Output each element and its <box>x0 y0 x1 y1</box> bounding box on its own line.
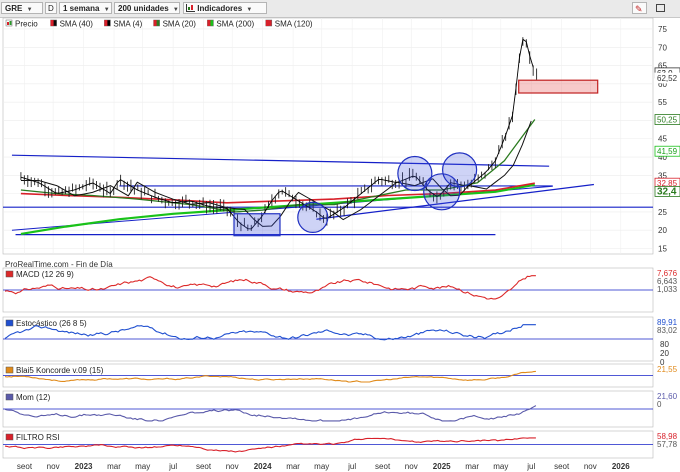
toolbar: GRE ▼ D 1 semana ▼ 200 unidades ▼ Indica… <box>0 0 680 18</box>
indicator-title: Estocástico (26 8 5) <box>16 319 87 328</box>
chevron-down-icon: ▼ <box>26 7 33 13</box>
chevron-down-icon: ▼ <box>172 7 179 13</box>
time-tick-label: mar <box>465 462 479 471</box>
price-badge-label: 32,4 <box>657 186 677 197</box>
time-tick-label: nov <box>226 462 239 471</box>
units-label: 200 unidades <box>118 4 169 13</box>
legend-label: SMA (200) <box>216 20 254 29</box>
legend-label: SMA (20) <box>163 20 197 29</box>
indicator-tick: 20 <box>660 349 669 358</box>
indicator-panels: MACD (12 26 9) 7,6766,6431,033 Estocástico… <box>2 267 678 459</box>
consolidation-box <box>233 213 281 237</box>
drawing-tool-button[interactable]: ✎ <box>632 2 647 14</box>
indicator-panel: Mom (12) 21,600 <box>2 390 678 428</box>
legend-label: Precio <box>15 20 38 29</box>
legend-label: SMA (120) <box>275 20 313 29</box>
legend-swatch-part <box>50 20 54 26</box>
price-tick-label: 70 <box>658 43 667 52</box>
units-selector[interactable]: 200 unidades ▼ <box>114 2 180 14</box>
time-tick-label: seot <box>375 462 391 471</box>
indicator-panel: Blai5 Koncorde v.09 (15) 21,55 <box>2 363 678 388</box>
time-tick-label: may <box>135 462 150 471</box>
time-tick-label: seot <box>17 462 33 471</box>
legend-swatch-part <box>7 22 9 25</box>
daily-label: D <box>48 4 54 13</box>
legend-label: SMA (40) <box>60 20 94 29</box>
price-tick-label: 15 <box>658 245 667 254</box>
indicator-swatch <box>5 433 14 441</box>
indicator-panel: Estocástico (26 8 5) 89,9183,0280200 <box>2 316 678 367</box>
price-badge: 62,52 <box>654 72 680 84</box>
price-tick-label: 45 <box>658 135 667 144</box>
highlight-circle <box>442 152 478 188</box>
interval-label: 1 semana <box>63 4 100 13</box>
time-tick-label: 2024 <box>254 462 272 471</box>
price-badge-label: 41,59 <box>657 147 678 156</box>
source-label: ProRealTime.com - Fin de Día <box>5 260 113 269</box>
indicator-swatch <box>5 393 14 401</box>
indicator-swatch <box>5 319 14 327</box>
legend-swatch-part <box>104 20 108 26</box>
time-tick-label: may <box>493 462 508 471</box>
time-tick-label: mar <box>107 462 121 471</box>
time-tick-label: jul <box>347 462 356 471</box>
indicator-tick: 80 <box>660 340 669 349</box>
time-tick-label: 2025 <box>433 462 451 471</box>
ticker-selector[interactable]: GRE ▼ <box>1 2 43 14</box>
indicators-label: Indicadores <box>197 4 243 13</box>
target-zone-box <box>518 79 599 94</box>
indicator-title: MACD (12 26 9) <box>16 270 74 279</box>
indicator-value: 21,55 <box>657 365 678 374</box>
indicator-title: Mom (12) <box>16 393 51 402</box>
indicator-swatch <box>5 270 14 278</box>
price-tick-label: 20 <box>658 226 667 235</box>
chart-area: 75706560555045403530252015PrecioSMA (40)… <box>2 17 680 471</box>
chevron-down-icon: ▼ <box>103 7 110 13</box>
indicator-panel: MACD (12 26 9) 7,6766,6431,033 <box>2 267 678 313</box>
time-axis: seot nov 2023 mar may jul seot nov 2024 mar may jul… <box>17 462 630 471</box>
time-tick-label: 2026 <box>612 462 630 471</box>
legend-label: SMA (4) <box>113 20 142 29</box>
price-badge: 50,25 <box>654 114 680 125</box>
ticker-label: GRE <box>5 4 23 13</box>
price-badge: 41,59 <box>654 145 680 157</box>
time-tick-label: nov <box>584 462 597 471</box>
indicators-icon <box>186 4 195 12</box>
time-tick-label: nov <box>47 462 60 471</box>
window-toggle-icon[interactable] <box>656 4 665 12</box>
indicator-title: Blai5 Koncorde v.09 (15) <box>16 366 104 375</box>
legend-swatch-part <box>207 20 211 26</box>
time-tick-label: seot <box>554 462 570 471</box>
indicator-title: FILTRO RSI <box>16 433 59 442</box>
indicator-value: 0 <box>657 400 662 409</box>
time-tick-label: 2023 <box>75 462 93 471</box>
indicator-value: 83,02 <box>657 326 678 335</box>
highlight-circle <box>297 201 329 234</box>
price-panel: 75706560555045403530252015PrecioSMA (40)… <box>2 17 680 269</box>
price-tick-label: 75 <box>658 25 667 34</box>
price-tick-label: 55 <box>658 98 667 107</box>
indicators-button[interactable]: Indicadores ▼ <box>183 2 267 14</box>
time-tick-label: nov <box>405 462 418 471</box>
price-tick-label: 25 <box>658 208 667 217</box>
time-tick-label: jul <box>526 462 535 471</box>
legend-swatch-part <box>153 20 157 26</box>
chevron-down-icon: ▼ <box>246 7 253 13</box>
time-tick-label: jul <box>168 462 177 471</box>
legend-swatch-part <box>9 21 12 25</box>
price-badge-label: 50,25 <box>657 116 678 125</box>
legend-swatch-part <box>265 20 269 26</box>
time-tick-label: seot <box>196 462 212 471</box>
indicator-swatch <box>5 366 14 374</box>
indicator-panel: FILTRO RSI 58,9857,78 <box>2 430 678 459</box>
price-badge-label: 62,52 <box>657 74 678 83</box>
time-tick-label: mar <box>286 462 300 471</box>
price-badge: 32,4 <box>654 186 680 197</box>
indicator-value: 1,033 <box>657 285 678 294</box>
pencil-icon: ✎ <box>635 4 643 14</box>
time-tick-label: may <box>314 462 329 471</box>
interval-selector[interactable]: 1 semana ▼ <box>59 2 112 14</box>
indicator-value: 57,78 <box>657 440 678 449</box>
daily-button[interactable]: D <box>45 2 57 14</box>
